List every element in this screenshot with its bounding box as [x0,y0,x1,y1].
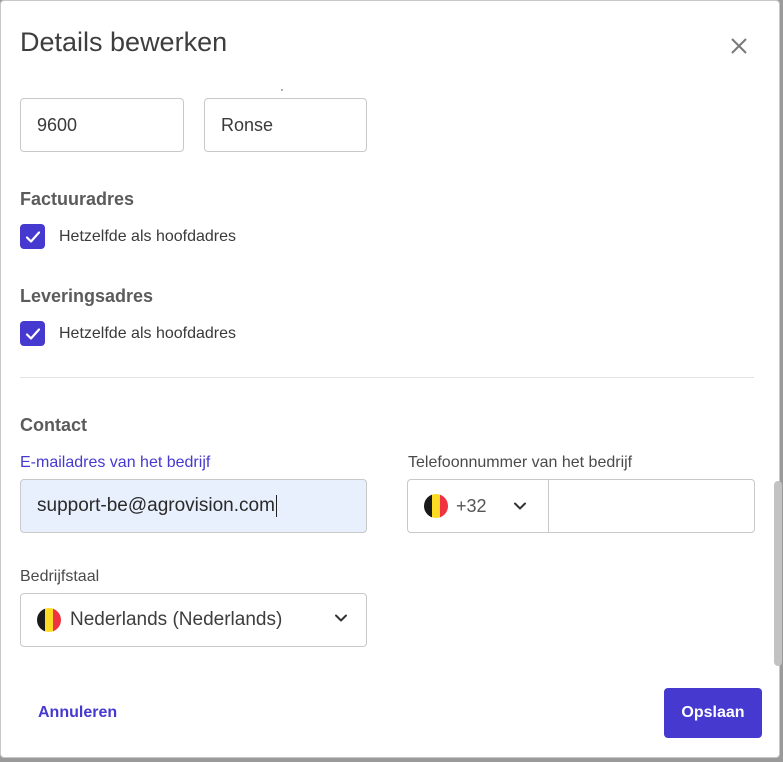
city-value: Ronse [221,114,274,135]
belgium-flag-icon [424,494,448,518]
delivery-same-as-main-checkbox[interactable] [20,321,45,346]
divider-dot [281,89,283,91]
text-caret [275,495,277,517]
company-email-input[interactable]: support-be@agrovision.com [20,479,367,533]
close-icon [731,38,747,54]
chevron-down-icon [513,499,527,513]
phone-country-code: +32 [456,495,487,516]
cancel-button[interactable]: Annuleren [38,704,117,722]
contact-heading: Contact [20,415,87,435]
delivery-same-as-main-label: Hetzelfde als hoofdadres [59,324,236,342]
dialog-title: Details bewerken [20,27,228,57]
belgium-flag-icon [37,608,61,632]
postal-code-input[interactable]: 9600 [20,98,184,152]
chevron-down-icon [334,611,348,625]
delivery-same-as-main-row[interactable]: Hetzelfde als hoofdadres [20,321,236,346]
company-phone-label: Telefoonnummer van het bedrijf [408,454,633,471]
save-button[interactable]: Opslaan [664,688,762,738]
delivery-address-heading: Leveringsadres [20,286,154,306]
company-language-select[interactable]: Nederlands (Nederlands) [20,593,367,647]
checkmark-icon [25,230,40,243]
edit-details-dialog: Details bewerken 9600 Ronse Factuuradres… [0,0,782,758]
checkmark-icon [25,327,40,340]
section-divider [20,377,754,378]
company-language-label: Bedrijfstaal [20,568,100,585]
company-phone-field: +32 [407,479,755,533]
scrollbar-thumb[interactable] [774,481,782,666]
postal-code-value: 9600 [37,114,78,135]
billing-same-as-main-checkbox[interactable] [20,224,45,249]
billing-same-as-main-label: Hetzelfde als hoofdadres [59,227,236,245]
phone-country-select[interactable]: +32 [408,480,549,532]
phone-number-input[interactable] [549,480,754,532]
close-button[interactable] [725,32,753,60]
company-email-value: support-be@agrovision.com [37,495,275,516]
company-email-label: E-mailadres van het bedrijf [20,454,211,471]
city-input[interactable]: Ronse [204,98,367,152]
billing-same-as-main-row[interactable]: Hetzelfde als hoofdadres [20,224,236,249]
company-language-value: Nederlands (Nederlands) [70,609,283,630]
billing-address-heading: Factuuradres [20,189,135,209]
